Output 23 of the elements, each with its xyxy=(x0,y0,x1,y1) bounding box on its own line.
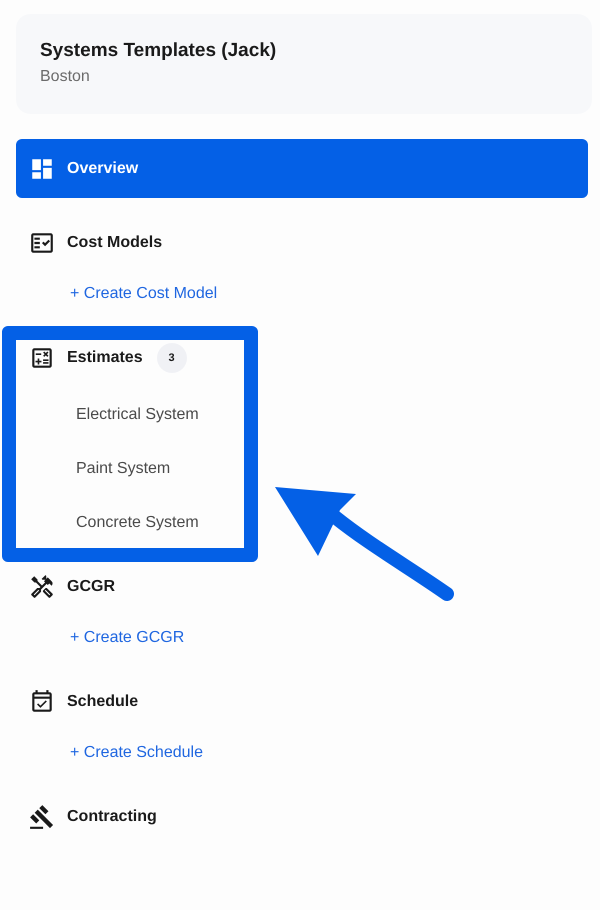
gavel-icon xyxy=(29,804,55,830)
nav-item[interactable]: Cost Models xyxy=(16,223,584,263)
estimate-item[interactable]: Paint System xyxy=(76,457,170,481)
nav-item[interactable]: GCGR xyxy=(16,567,584,607)
nav-item[interactable]: Estimates 3 xyxy=(16,338,584,378)
nav-label: GCGR xyxy=(67,577,115,597)
project-name: Systems Templates (Jack) xyxy=(40,39,278,63)
project-location: Boston xyxy=(40,67,91,87)
nav-label: Overview xyxy=(67,158,138,178)
estimate-item[interactable]: Concrete System xyxy=(76,511,199,535)
nav-item[interactable]: Contracting xyxy=(16,797,584,837)
create-link[interactable]: + Create Cost Model xyxy=(70,282,218,306)
estimate-item[interactable]: Electrical System xyxy=(76,403,199,427)
count-badge: 3 xyxy=(156,343,187,373)
create-link[interactable]: + Create GCGR xyxy=(70,626,184,650)
nav-label: Schedule xyxy=(67,692,138,712)
nav-item[interactable]: Schedule xyxy=(16,682,584,722)
tools-icon xyxy=(29,574,55,600)
nav-label: Contracting xyxy=(67,807,157,827)
nav-label: Estimates xyxy=(67,348,143,368)
nav-item[interactable]: Overview xyxy=(16,139,588,198)
nav-label: Cost Models xyxy=(67,233,162,253)
create-link[interactable]: + Create Schedule xyxy=(70,741,203,765)
